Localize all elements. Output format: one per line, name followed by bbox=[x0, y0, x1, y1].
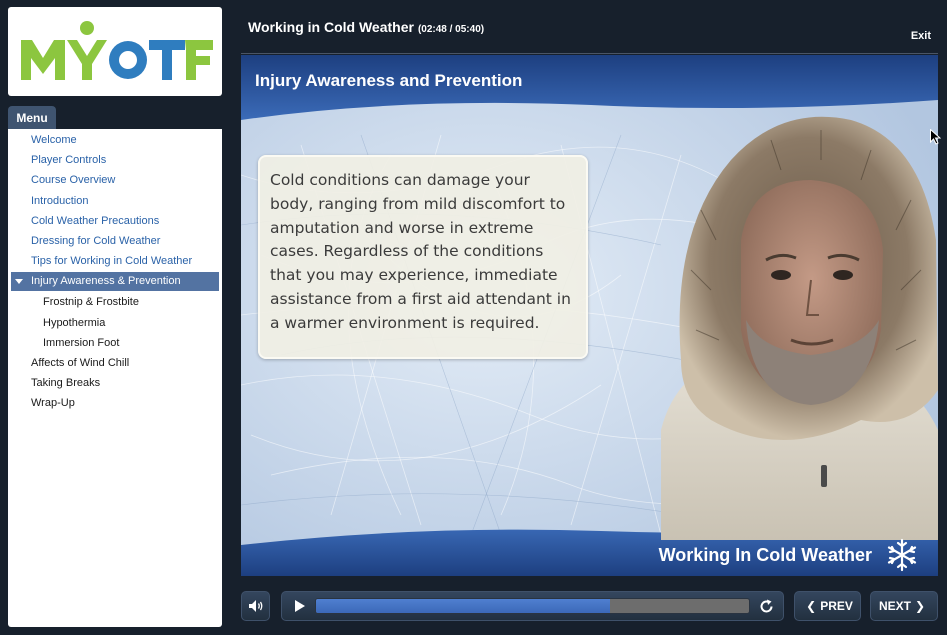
menu-item[interactable]: Affects of Wind Chill bbox=[8, 353, 222, 373]
chevron-right-icon: ❯ bbox=[914, 599, 926, 613]
course-title: Working in Cold Weather (02:48 / 05:40) bbox=[248, 19, 484, 35]
volume-icon bbox=[248, 600, 262, 612]
chevron-left-icon: ❮ bbox=[806, 599, 817, 613]
exit-button[interactable]: Exit bbox=[911, 30, 931, 42]
seekbar-container bbox=[281, 591, 784, 621]
menu-item-label: Introduction bbox=[31, 194, 89, 207]
menu-item[interactable]: Injury Awareness & Prevention bbox=[11, 272, 219, 292]
menu-item[interactable]: Frostnip & Frostbite bbox=[8, 292, 222, 312]
menu-item-label: Dressing for Cold Weather bbox=[31, 234, 161, 247]
menu-item-label: Course Overview bbox=[31, 174, 116, 187]
next-button[interactable]: NEXT ❯ bbox=[870, 591, 938, 621]
menu-panel: Welcome Player Controls Course Overview Int… bbox=[8, 129, 222, 627]
menu-tab[interactable]: Menu bbox=[8, 106, 56, 130]
menu-item-label: Welcome bbox=[31, 134, 77, 146]
course-title-text: Working in Cold Weather bbox=[248, 19, 414, 35]
snowflake-icon bbox=[887, 538, 917, 572]
slide-body-card: Cold conditions can damage your body, ra… bbox=[258, 155, 588, 359]
menu-item-label: Injury Awareness & Prevention bbox=[31, 275, 181, 288]
menu-item-label: Affects of Wind Chill bbox=[31, 356, 130, 369]
play-icon[interactable] bbox=[292, 599, 306, 613]
menu-item[interactable]: Introduction bbox=[8, 191, 222, 211]
logo bbox=[8, 7, 222, 96]
course-time: (02:48 / 05:40) bbox=[417, 24, 485, 35]
prev-label: PREV bbox=[820, 599, 853, 613]
menu-item[interactable]: Tips for Working in Cold Weather bbox=[8, 251, 222, 271]
menu-item-label: Taking Breaks bbox=[31, 377, 101, 390]
mouse-cursor-icon bbox=[930, 129, 941, 145]
caret-down-icon bbox=[15, 279, 23, 285]
menu-item-label: Cold Weather Precautions bbox=[31, 214, 160, 227]
slide-footer-title: Working In Cold Weather bbox=[658, 545, 872, 565]
header-divider bbox=[241, 53, 938, 54]
menu-item[interactable]: Wrap-Up bbox=[8, 393, 222, 413]
person-in-parka-image bbox=[661, 116, 938, 540]
myotf-logo bbox=[21, 20, 213, 80]
menu-list: Welcome Player Controls Course Overview Int… bbox=[8, 130, 222, 413]
menu-item-label: Hypothermia bbox=[43, 316, 106, 329]
menu-item[interactable]: Dressing for Cold Weather bbox=[8, 231, 222, 251]
menu-item-label: Player Controls bbox=[31, 154, 107, 167]
progress-bar[interactable] bbox=[315, 598, 750, 614]
menu-item[interactable]: Player Controls bbox=[8, 150, 222, 170]
menu-item[interactable]: Welcome bbox=[8, 130, 222, 150]
volume-button[interactable] bbox=[241, 591, 270, 621]
menu-item[interactable]: Immersion Foot bbox=[8, 333, 222, 353]
next-label: NEXT bbox=[878, 599, 911, 613]
replay-icon[interactable] bbox=[758, 598, 775, 615]
menu-item[interactable]: Hypothermia bbox=[8, 313, 222, 333]
menu-item-label: Immersion Foot bbox=[43, 336, 120, 349]
menu-item-label: Wrap-Up bbox=[31, 397, 75, 410]
menu-item-label: Frostnip & Frostbite bbox=[43, 296, 139, 309]
menu-item[interactable]: Cold Weather Precautions bbox=[8, 211, 222, 231]
prev-button[interactable]: ❮ PREV bbox=[794, 591, 861, 621]
menu-item-label: Tips for Working in Cold Weather bbox=[31, 255, 193, 268]
menu-item[interactable]: Taking Breaks bbox=[8, 373, 222, 393]
slide-title: Injury Awareness and Prevention bbox=[255, 71, 523, 90]
menu-item[interactable]: Course Overview bbox=[8, 170, 222, 190]
slide-stage: Injury Awareness and Prevention Cold con… bbox=[241, 55, 938, 576]
progress-fill bbox=[316, 599, 611, 613]
